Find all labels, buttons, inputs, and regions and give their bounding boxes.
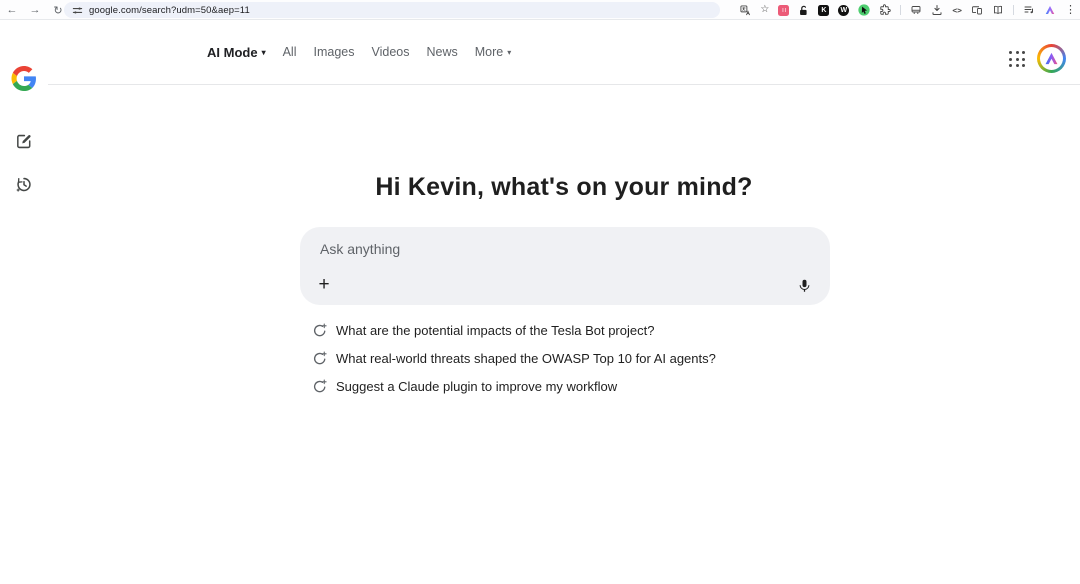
suggestion-item[interactable]: Suggest a Claude plugin to improve my wo…	[312, 379, 716, 394]
downloads-icon[interactable]	[931, 4, 943, 16]
extensions-cluster: ☆ ∷ K W <>	[740, 0, 1076, 20]
suggestion-list: What are the potential impacts of the Te…	[312, 323, 716, 394]
unlock-extension-icon[interactable]	[798, 5, 809, 16]
search-tabs: AI Mode ▾ All Images Videos News More ▾	[207, 20, 511, 84]
tab-label: Videos	[371, 45, 409, 59]
tab-label: Images	[313, 45, 354, 59]
address-bar[interactable]: google.com/search?udm=50&aep=11	[64, 2, 720, 18]
tab-videos[interactable]: Videos	[371, 45, 409, 59]
ask-anything-box[interactable]: +	[300, 227, 830, 305]
suggestion-item[interactable]: What real-world threats shaped the OWASP…	[312, 351, 716, 366]
browser-toolbar: ← → ↻ google.com/search?udm=50&aep=11 ☆ …	[0, 0, 1080, 20]
header-divider	[48, 84, 1080, 85]
suggestion-text: What are the potential impacts of the Te…	[336, 323, 654, 338]
chevron-down-icon: ▾	[262, 49, 266, 57]
tab-all[interactable]: All	[283, 45, 297, 59]
suggestion-text: What real-world threats shaped the OWASP…	[336, 351, 716, 366]
search-input[interactable]	[320, 237, 740, 261]
site-settings-icon[interactable]	[72, 5, 83, 16]
toolbar-separator	[900, 5, 901, 15]
cursor-extension-icon[interactable]	[858, 4, 870, 16]
car-extension-icon[interactable]	[910, 4, 922, 16]
url-text: google.com/search?udm=50&aep=11	[89, 5, 250, 16]
reading-list-icon[interactable]	[992, 4, 1004, 16]
sidebar	[0, 20, 48, 584]
avatar-logo	[1040, 47, 1063, 70]
suggestion-text: Suggest a Claude plugin to improve my wo…	[336, 379, 617, 394]
new-chat-icon[interactable]	[15, 132, 34, 151]
pink-extension-icon[interactable]: ∷	[778, 5, 789, 16]
ai-mode-icon	[312, 323, 327, 338]
page-title: Hi Kevin, what's on your mind?	[48, 173, 1080, 202]
account-avatar[interactable]	[1037, 44, 1066, 73]
ai-mode-icon	[312, 351, 327, 366]
devtools-code-icon[interactable]: <>	[952, 6, 962, 15]
google-apps-icon[interactable]	[1009, 51, 1026, 68]
toolbar-separator	[1013, 5, 1014, 15]
ai-mode-icon	[312, 379, 327, 394]
tab-label: News	[426, 45, 457, 59]
translate-icon[interactable]	[740, 5, 751, 16]
forward-icon[interactable]: →	[26, 0, 44, 20]
extensions-puzzle-icon[interactable]	[879, 4, 891, 16]
wikipedia-extension-badge[interactable]: W	[838, 5, 849, 16]
media-list-icon[interactable]	[1023, 4, 1035, 16]
suggestion-item[interactable]: What are the potential impacts of the Te…	[312, 323, 716, 338]
keeper-extension-badge[interactable]: K	[818, 5, 829, 16]
microphone-icon[interactable]	[793, 274, 815, 296]
tab-images[interactable]: Images	[313, 45, 354, 59]
history-icon[interactable]	[15, 175, 34, 194]
tab-ai-mode[interactable]: AI Mode ▾	[207, 45, 266, 60]
tab-label: All	[283, 45, 297, 59]
tab-label: AI Mode	[207, 45, 258, 60]
triangle-a-extension-icon[interactable]	[1044, 4, 1056, 16]
attach-plus-icon[interactable]: +	[312, 273, 336, 297]
tab-news[interactable]: News	[426, 45, 457, 59]
device-toolbar-icon[interactable]	[971, 4, 983, 16]
tab-label: More	[475, 45, 503, 59]
bookmark-star-icon[interactable]: ☆	[760, 5, 769, 15]
chevron-down-icon: ▾	[507, 49, 511, 57]
google-logo[interactable]	[12, 66, 37, 91]
browser-menu-icon[interactable]: ⋮	[1065, 5, 1076, 16]
tab-more[interactable]: More ▾	[475, 45, 512, 59]
back-icon[interactable]: ←	[3, 0, 21, 20]
